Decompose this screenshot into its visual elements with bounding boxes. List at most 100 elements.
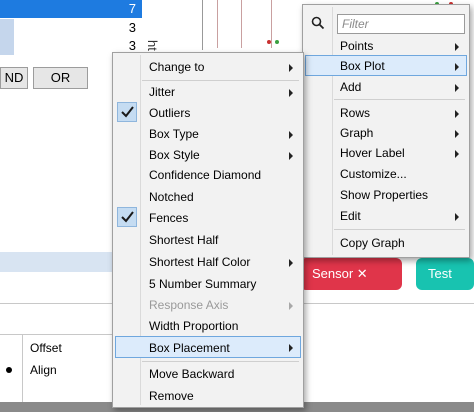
checkmark-icon [121, 211, 134, 223]
menu-item-copy-graph[interactable]: Copy Graph [305, 232, 467, 253]
menu-item-add[interactable]: Add [305, 76, 467, 97]
checkmark-icon [121, 106, 134, 118]
box-plot-submenu: Change to Jitter Outliers Box Type Box S… [112, 52, 304, 408]
menu-item-label: Remove [149, 389, 194, 403]
or-button[interactable]: OR [33, 67, 88, 89]
menu-item-label: Change to [149, 60, 205, 74]
menu-item-edit[interactable]: Edit [305, 205, 467, 226]
submenu-arrow-icon [289, 131, 293, 139]
submenu-arrow-icon [455, 43, 459, 51]
bullet-icon [6, 367, 12, 373]
menu-item-fences[interactable]: Fences [115, 207, 301, 228]
menu-item-label: Box Type [149, 127, 199, 141]
submenu-arrow-icon [455, 150, 459, 158]
property-label: Offset [30, 341, 62, 355]
submenu-arrow-icon [289, 64, 293, 72]
plot-gridline [271, 0, 272, 48]
and-button[interactable]: ND [0, 67, 28, 89]
menu-item-move-backward[interactable]: Move Backward [115, 363, 301, 384]
menu-item-show-properties[interactable]: Show Properties [305, 184, 467, 205]
submenu-arrow-icon [455, 63, 459, 71]
menu-item-box-plot[interactable]: Box Plot [305, 55, 467, 76]
property-row-align[interactable]: Align [0, 359, 112, 381]
checkmark-box [117, 207, 137, 227]
menu-item-label: Width Proportion [149, 319, 239, 333]
menu-separator [334, 229, 465, 230]
graph-context-menu: Points Box Plot Add Rows Graph Hover Lab… [302, 4, 470, 258]
menu-item-label: Response Axis [149, 298, 229, 312]
menu-item-label: Customize... [340, 167, 407, 181]
menu-item-label: Show Properties [340, 188, 429, 202]
data-grid: 7 3 3 [0, 0, 142, 56]
menu-item-label: Copy Graph [340, 236, 405, 250]
menu-item-label: Confidence Diamond [149, 168, 262, 182]
menu-separator [142, 361, 299, 362]
menu-item-label: Box Placement [149, 341, 230, 355]
menu-item-shortest-half[interactable]: Shortest Half [115, 229, 301, 250]
menu-item-label: Graph [340, 126, 374, 140]
menu-item-box-type[interactable]: Box Type [115, 123, 301, 144]
menu-item-hover-label[interactable]: Hover Label [305, 142, 467, 163]
submenu-arrow-icon [455, 84, 459, 92]
filter-input[interactable] [342, 15, 462, 33]
menu-item-notched[interactable]: Notched [115, 186, 301, 207]
sensor-tag[interactable]: Sensor ✕ [300, 258, 402, 290]
submenu-arrow-icon [289, 259, 293, 267]
menu-item-box-placement[interactable]: Box Placement [115, 336, 301, 358]
menu-item-jitter[interactable]: Jitter [115, 81, 301, 102]
menu-item-response-axis: Response Axis [115, 294, 301, 315]
grid-row[interactable]: 3 [0, 19, 142, 37]
property-row-offset[interactable]: Offset [0, 337, 112, 359]
menu-item-label: 5 Number Summary [149, 277, 257, 291]
menu-item-label: Fences [149, 211, 189, 225]
left-pane-footer [0, 252, 112, 272]
menu-item-label: Move Backward [149, 367, 235, 381]
submenu-arrow-icon [455, 213, 459, 221]
menu-item-remove[interactable]: Remove [115, 385, 301, 406]
row-marker [0, 19, 14, 37]
menu-item-label: Shortest Half [149, 233, 219, 247]
submenu-arrow-icon [455, 110, 459, 118]
property-label: Align [30, 363, 57, 377]
menu-item-label: Shortest Half Color [149, 255, 251, 269]
menu-item-points[interactable]: Points [305, 35, 467, 56]
submenu-arrow-icon [455, 130, 459, 138]
menu-item-change-to[interactable]: Change to [115, 55, 301, 76]
plot-gridline [217, 0, 218, 48]
submenu-arrow-icon [289, 89, 293, 97]
menu-item-label: Add [340, 80, 362, 94]
submenu-arrow-icon [289, 344, 293, 352]
menu-item-shortest-half-color[interactable]: Shortest Half Color [115, 251, 301, 272]
menu-item-label: Box Style [149, 148, 200, 162]
menu-item-label: Hover Label [340, 146, 405, 160]
submenu-arrow-icon [289, 302, 293, 310]
menu-item-graph[interactable]: Graph [305, 122, 467, 143]
plot-point [267, 40, 271, 44]
grid-row[interactable]: 7 [0, 0, 142, 18]
menu-item-label: Points [340, 39, 374, 53]
grid-cell-value: 3 [128, 20, 136, 35]
menu-item-label: Rows [340, 106, 371, 120]
search-icon [311, 16, 325, 30]
filter-field[interactable] [337, 14, 465, 34]
row-marker [0, 0, 14, 18]
menu-item-label: Edit [340, 209, 361, 223]
menu-item-label: Outliers [149, 106, 191, 120]
row-marker [0, 37, 14, 55]
menu-item-confidence-diamond[interactable]: Confidence Diamond [115, 164, 301, 185]
menu-item-label: Box Plot [340, 59, 385, 73]
menu-item-box-style[interactable]: Box Style [115, 144, 301, 165]
menu-item-5-number-summary[interactable]: 5 Number Summary [115, 273, 301, 294]
menu-item-rows[interactable]: Rows [305, 102, 467, 123]
menu-item-outliers[interactable]: Outliers [115, 102, 301, 123]
grid-cell-value: 3 [128, 38, 136, 53]
grid-cell-value: 7 [128, 1, 136, 16]
submenu-arrow-icon [289, 152, 293, 160]
menu-item-width-proportion[interactable]: Width Proportion [115, 315, 301, 336]
plot-gridline [241, 0, 242, 48]
test-tag[interactable]: Test [416, 258, 474, 290]
menu-item-label: Jitter [149, 85, 176, 99]
menu-item-customize[interactable]: Customize... [305, 163, 467, 184]
plot-point [275, 40, 279, 44]
menu-item-label: Notched [149, 190, 194, 204]
